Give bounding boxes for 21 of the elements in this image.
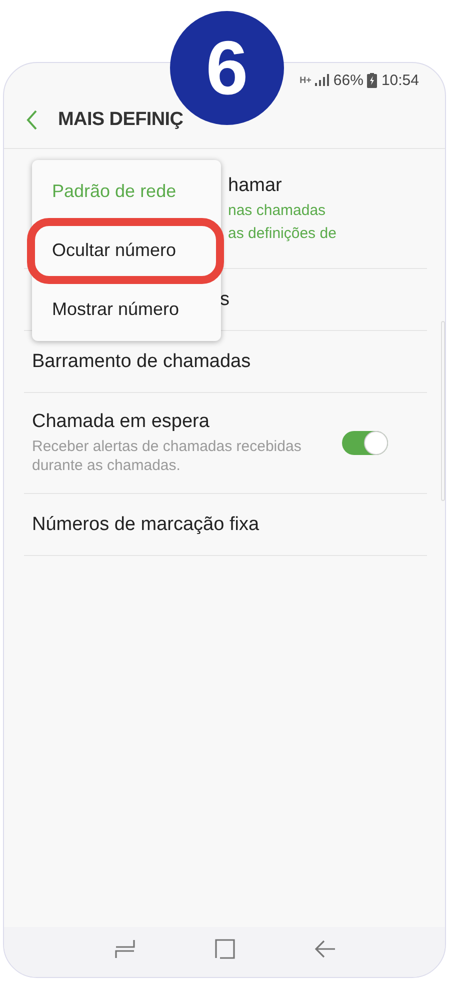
setting-description: Receber alertas de chamadas recebidas durante as chamadas. bbox=[32, 437, 302, 475]
back-icon[interactable] bbox=[26, 110, 38, 130]
setting-title: Números de marcação fixa bbox=[32, 514, 260, 536]
setting-title: Chamada em espera bbox=[32, 411, 210, 433]
setting-title: hamar bbox=[228, 174, 283, 196]
menu-item[interactable]: Ocultar número bbox=[32, 221, 221, 280]
network-type: H+ bbox=[300, 75, 312, 85]
back-icon[interactable] bbox=[315, 940, 336, 958]
toggle-switch[interactable] bbox=[342, 431, 388, 455]
menu-item[interactable]: Mostrar número bbox=[32, 280, 221, 339]
setting-description: nas chamadas bbox=[228, 200, 327, 220]
clock: 10:54 bbox=[381, 72, 419, 88]
recent-apps-icon[interactable] bbox=[114, 939, 136, 959]
setting-title: Barramento de chamadas bbox=[32, 350, 252, 372]
battery-percentage: 66% bbox=[333, 72, 364, 88]
setting-description: as definições de bbox=[228, 224, 338, 242]
page-title: MAIS DEFINIÇ bbox=[58, 108, 184, 130]
battery-icon bbox=[367, 72, 378, 88]
signal-icon bbox=[315, 74, 330, 86]
setting-title: s bbox=[220, 288, 230, 310]
home-icon[interactable] bbox=[215, 939, 236, 959]
